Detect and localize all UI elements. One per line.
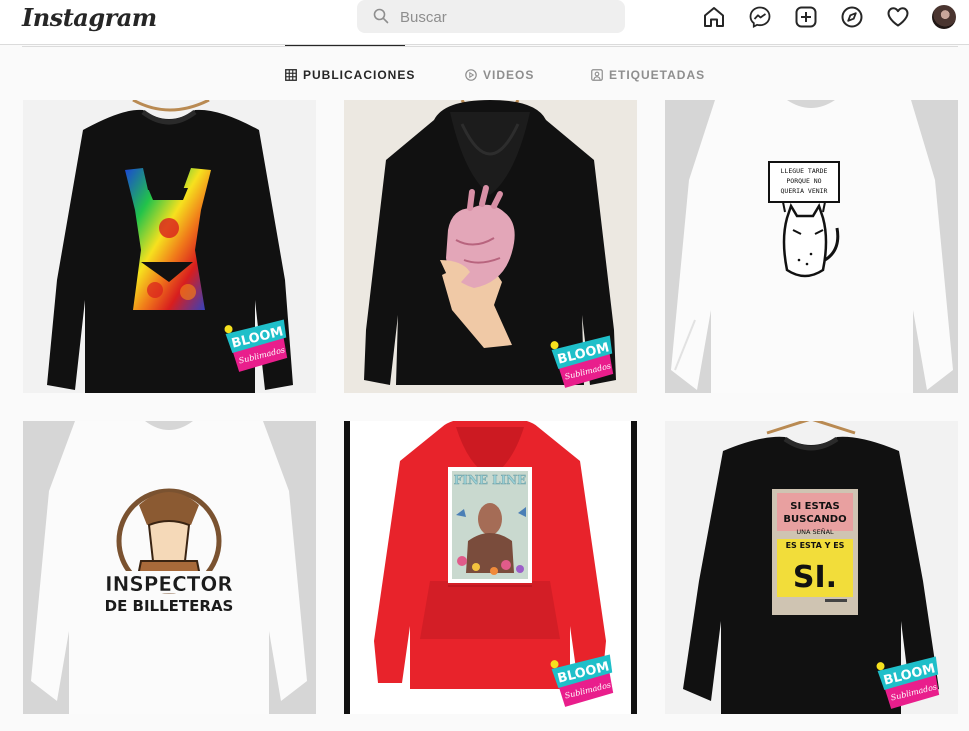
active-tab-indicator (285, 45, 405, 46)
tab-label: PUBLICACIONES (303, 68, 416, 82)
tab-publicaciones[interactable]: PUBLICACIONES (285, 67, 415, 83)
post-image: BLOOM Sublimados (344, 100, 637, 393)
play-icon (465, 69, 477, 81)
print-line: SI. (793, 560, 837, 595)
search-icon (373, 8, 389, 24)
grid-icon (285, 69, 297, 81)
print-line: ES ESTA Y ES (786, 541, 845, 550)
print-line: UNA SEÑAL (796, 527, 834, 536)
post-thumbnail[interactable]: BLOOM Sublimados (23, 100, 316, 393)
search-box[interactable] (357, 0, 625, 33)
tab-videos[interactable]: VIDEOS (465, 67, 534, 83)
home-icon[interactable] (700, 3, 728, 31)
post-image: FINE LINE BLOOM Sublimados (344, 421, 637, 714)
post-thumbnail[interactable]: LLEGUE TARDE PORQUE NO QUERIA VENIR (665, 100, 958, 393)
post-thumbnail[interactable]: INSPECTOR DE BILLETERAS (23, 421, 316, 714)
post-image: INSPECTOR DE BILLETERAS (23, 421, 316, 714)
post-image: BLOOM Sublimados (23, 100, 316, 393)
tab-etiquetadas[interactable]: ETIQUETADAS (591, 67, 705, 83)
activity-icon[interactable] (884, 3, 912, 31)
print-line: SI ESTAS (790, 501, 839, 512)
top-navigation-bar: Instagram (0, 0, 969, 45)
instagram-logo[interactable]: Instagram (22, 3, 157, 32)
print-title: INSPECTOR (105, 572, 233, 596)
avatar (932, 5, 956, 29)
nav-icons (700, 3, 958, 31)
print-line: BUSCANDO (783, 514, 846, 525)
post-thumbnail[interactable]: BLOOM Sublimados (344, 100, 637, 393)
print-subtitle: DE BILLETERAS (105, 597, 234, 615)
svg-text:PORQUE NO: PORQUE NO (786, 177, 821, 185)
tab-label: ETIQUETADAS (609, 68, 706, 82)
svg-text:QUERIA VENIR: QUERIA VENIR (781, 187, 828, 195)
post-thumbnail[interactable]: FINE LINE BLOOM Sublimados (344, 421, 637, 714)
tabs-divider (22, 46, 958, 47)
messenger-icon[interactable] (746, 3, 774, 31)
search-input[interactable] (400, 6, 610, 28)
explore-icon[interactable] (838, 3, 866, 31)
new-post-icon[interactable] (792, 3, 820, 31)
tab-label: VIDEOS (483, 68, 535, 82)
profile-avatar[interactable] (930, 3, 958, 31)
tagged-icon (591, 69, 603, 81)
post-image: LLEGUE TARDE PORQUE NO QUERIA VENIR (665, 100, 958, 393)
sign-text: LLEGUE TARDE (781, 167, 828, 175)
print-title: FINE LINE (454, 473, 527, 487)
post-thumbnail[interactable]: SI ESTAS BUSCANDO UNA SEÑAL ES ESTA Y ES… (665, 421, 958, 714)
post-image: SI ESTAS BUSCANDO UNA SEÑAL ES ESTA Y ES… (665, 421, 958, 714)
